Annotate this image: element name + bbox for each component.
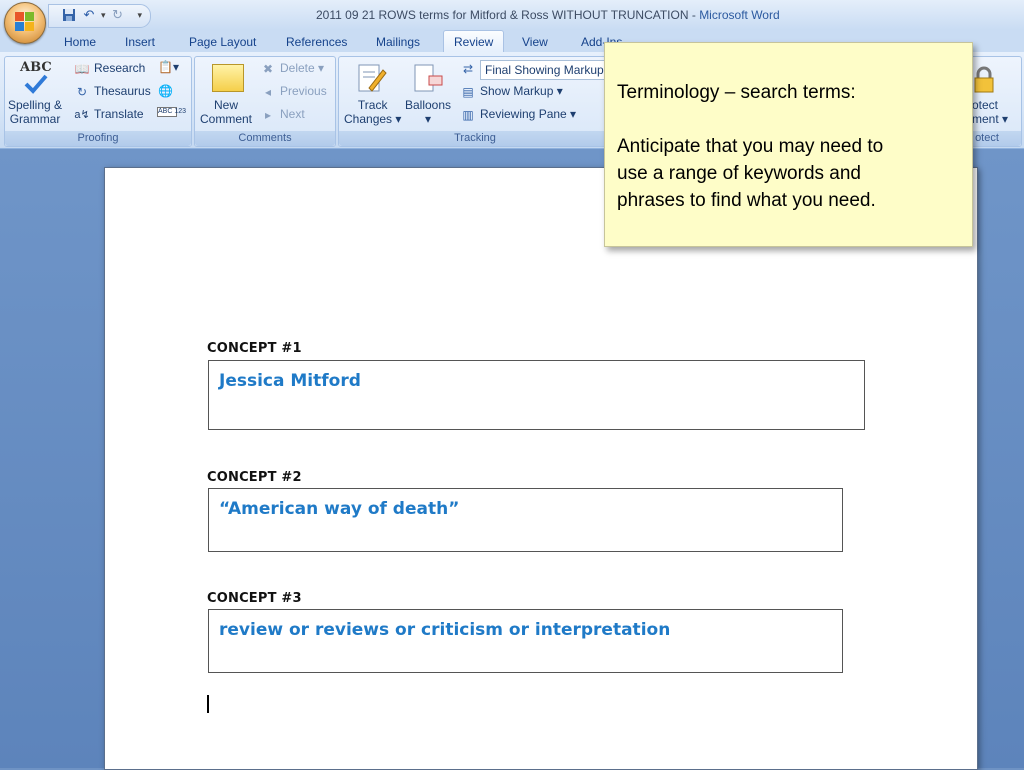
spelling-icon: ABC [20,60,52,75]
lock-icon [974,66,994,93]
track-changes-button[interactable]: Track Changes ▾ [344,98,401,126]
tracking-group-label: Tracking [339,131,611,146]
display-for-review-icon: ⇄ [462,62,474,76]
delete-comment-button[interactable]: ✖ Delete ▾ [260,61,324,77]
concept-2-text: “American way of death” [219,499,460,519]
office-button[interactable] [4,2,46,44]
next-comment-icon: ▸ [264,108,272,122]
concept-1-box[interactable]: Jessica Mitford [208,360,865,430]
concept-1-text: Jessica Mitford [219,371,361,391]
tab-view[interactable]: View [512,32,558,52]
tab-references[interactable]: References [276,32,357,52]
new-comment-line2: Comment [200,112,253,126]
tab-page-layout[interactable]: Page Layout [179,32,266,52]
concept-1-label: CONCEPT #1 [207,341,302,356]
tab-insert[interactable]: Insert [115,32,165,52]
proofing-group-label: Proofing [5,131,191,146]
show-markup-label: Show Markup [480,84,554,99]
translate-button[interactable]: a↯ Translate [74,107,144,123]
previous-comment-icon: ◂ [264,85,272,99]
thesaurus-button[interactable]: ↻ Thesaurus [74,84,151,100]
reviewing-pane-button[interactable]: ▥ Reviewing Pane ▾ [460,107,576,123]
set-language-icon[interactable]: 📋▾ [158,60,179,74]
quick-access-toolbar: ↶ ▾ ↻ ▾ [48,4,152,28]
show-markup-button[interactable]: ▤ Show Markup ▾ [460,84,562,100]
translate-icon: a↯ [74,109,90,121]
concept-3-label: CONCEPT #3 [207,591,302,606]
new-comment-line1: New [214,98,239,112]
previous-comment-button[interactable]: ◂ Previous [260,84,327,100]
track-changes-icon [358,64,387,92]
comments-group-label: Comments [195,131,335,146]
research-button[interactable]: 📖 Research [74,61,146,77]
balloons-label: Balloons [405,98,452,112]
customize-qat-icon[interactable]: ▾ [138,11,143,21]
thesaurus-label: Thesaurus [94,84,151,99]
reviewing-pane-icon: ▥ [462,108,474,122]
concept-2-box[interactable]: “American way of death” [208,488,843,552]
note-heading: Terminology – search terms: [617,82,856,103]
tab-mailings[interactable]: Mailings [366,32,430,52]
word-count-icon[interactable]: ABC 123 [157,107,186,117]
balloons-button[interactable]: Balloons ▾ [405,98,451,126]
research-icon: 📖 [74,62,90,76]
research-label: Research [94,61,146,76]
new-comment-button[interactable]: New Comment [200,98,252,126]
reviewing-pane-label: Reviewing Pane [480,107,567,122]
sticky-note: Terminology – search terms: Anticipate t… [604,42,973,247]
note-line3: phrases to find what you need. [617,190,876,211]
show-markup-icon: ▤ [462,85,474,99]
redo-icon[interactable]: ↻ [110,8,126,24]
balloons-icon [414,64,443,92]
next-comment-label: Next [280,107,305,122]
spelling-line2: Grammar [9,112,61,126]
concept-2-label: CONCEPT #2 [207,470,302,485]
protect-line1: otect [972,98,999,112]
previous-comment-label: Previous [280,84,327,99]
note-line1: Anticipate that you may need to [617,136,884,157]
office-logo-icon [15,12,35,32]
display-for-review-select[interactable]: Final Showing Markup [480,60,616,80]
tab-review[interactable]: Review [443,30,505,54]
note-line2: use a range of keywords and [617,163,861,184]
tab-home[interactable]: Home [54,32,106,52]
save-icon[interactable] [61,8,77,24]
track-changes-line1: Track [357,98,388,112]
window-title: 2011 09 21 ROWS terms for Mitford & Ross… [316,8,780,22]
new-comment-icon [212,64,244,92]
track-changes-line2: Changes [344,112,393,126]
translate-label: Translate [94,107,144,122]
title-bar: ↶ ▾ ↻ ▾ 2011 09 21 ROWS terms for Mitfor… [0,0,1024,31]
encyclopedia-icon[interactable]: 🌐 [158,84,173,98]
next-comment-button[interactable]: ▸ Next [260,107,305,123]
undo-icon[interactable]: ↶ [81,8,97,24]
delete-comment-icon: ✖ [262,62,274,76]
concept-3-box[interactable]: review or reviews or criticism or interp… [208,609,843,673]
protect-document-button[interactable]: otect ment ▾ [972,98,1008,126]
undo-dropdown-icon[interactable]: ▾ [101,11,106,21]
protect-line2: ment [972,112,999,126]
text-cursor [207,695,209,713]
thesaurus-icon: ↻ [76,85,88,99]
spelling-grammar-button[interactable]: Spelling & Grammar [8,98,62,126]
delete-comment-label: Delete [280,61,315,76]
spelling-line1: Spelling & [8,98,63,112]
document-page[interactable] [104,167,978,770]
concept-3-text: review or reviews or criticism or interp… [219,620,671,640]
checkmark-icon [24,74,48,94]
